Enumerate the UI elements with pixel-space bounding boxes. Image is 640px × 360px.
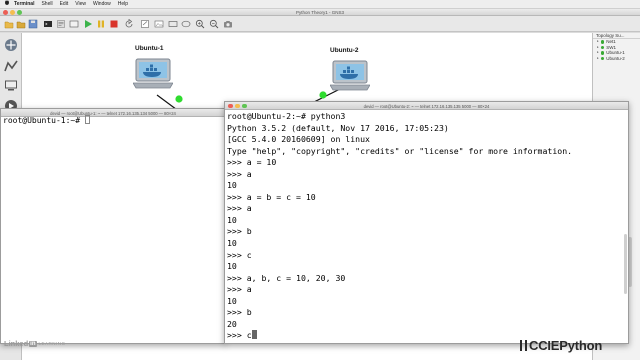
menu-terminal[interactable]: Terminal	[14, 1, 34, 7]
text-cursor	[84, 115, 90, 124]
terminal-line: >>> a	[227, 168, 252, 179]
terminal-line: 10	[227, 180, 237, 191]
terminal-line: Type "help", "copyright", "credits" or "…	[227, 145, 573, 156]
status-green-icon	[600, 45, 605, 49]
terminal-output[interactable]: root@Ubuntu-1:~#	[3, 115, 223, 343]
linkedin-learning-watermark: Linked in LEARNING	[4, 339, 66, 348]
text-cursor	[251, 330, 257, 340]
expand-arrow-icon[interactable]: ▸	[597, 56, 599, 62]
terminal-line: >>> c	[227, 249, 252, 260]
terminal-line: [GCC 5.4.0 20160609] on linux	[227, 134, 370, 145]
terminal-line: >>> a	[227, 203, 252, 214]
router-icon[interactable]	[3, 38, 19, 52]
terminal-line: 10	[227, 261, 237, 272]
terminal-scrollbar[interactable]	[624, 234, 627, 294]
stop-icon[interactable]	[109, 19, 119, 29]
terminal-output[interactable]: root@Ubuntu-2:~# python3 Python 3.5.2 (d…	[227, 111, 626, 343]
app-title-bar: Python Theory1 - GNS3	[0, 9, 640, 16]
node-label-ubuntu1: Ubuntu-1	[135, 45, 164, 52]
status-green-icon	[600, 40, 605, 44]
folder-icon[interactable]	[4, 19, 14, 29]
ellipse-icon[interactable]	[181, 19, 191, 29]
menu-edit[interactable]: Edit	[60, 1, 69, 7]
app-title: Python Theory1 - GNS3	[296, 10, 344, 15]
picture-icon[interactable]	[154, 19, 164, 29]
terminal-line: 20	[227, 318, 237, 329]
terminal-line: >>> b	[227, 307, 252, 318]
reload-icon[interactable]	[124, 19, 134, 29]
terminal-window-ubuntu1[interactable]: devid — root@Ubuntu-1: ~ — telnet 172.16…	[0, 108, 226, 344]
rectangle-icon[interactable]	[168, 19, 178, 29]
ubuntu1-link-status-icon	[175, 95, 183, 103]
ubuntu2-link-status-icon	[319, 91, 327, 99]
open-folder-icon[interactable]	[16, 19, 26, 29]
toolbar	[0, 16, 640, 32]
terminal-line: >>> a, b, c = 10, 20, 30	[227, 272, 346, 283]
zoom-out-icon[interactable]	[209, 19, 219, 29]
start-icon[interactable]	[83, 19, 93, 29]
menu-window[interactable]: Window	[93, 1, 111, 7]
menu-view[interactable]: View	[75, 1, 86, 7]
status-green-icon	[600, 51, 605, 55]
terminal-icon[interactable]	[43, 19, 53, 29]
menu-bar: Terminal Shell Edit View Window Help	[0, 0, 640, 9]
terminal-line: Python 3.5.2 (default, Nov 17 2016, 17:0…	[227, 122, 449, 133]
topology-item-ubuntu2[interactable]: ▸ Ubuntu-2	[593, 56, 640, 62]
terminal-title-bar[interactable]: devid — root@Ubuntu-2: ~ — telnet 172.16…	[225, 102, 628, 110]
brand-logo: CCIEPython	[520, 338, 602, 353]
pause-icon[interactable]	[96, 19, 106, 29]
terminal-line: >>> a = 10	[227, 157, 277, 168]
terminal-line: 10	[227, 295, 237, 306]
menu-help[interactable]: Help	[118, 1, 128, 7]
note-icon[interactable]	[140, 19, 150, 29]
zoom-in-icon[interactable]	[195, 19, 205, 29]
terminal-line: 10	[227, 214, 237, 225]
apple-icon[interactable]	[4, 0, 10, 8]
console-icon[interactable]	[69, 19, 79, 29]
save-icon[interactable]	[28, 19, 38, 29]
terminal-title: devid — root@Ubuntu-2: ~ — telnet 172.16…	[363, 103, 490, 109]
terminal-line: root@Ubuntu-2:~# python3	[227, 111, 346, 121]
terminal-window-ubuntu2[interactable]: devid — root@Ubuntu-2: ~ — telnet 172.16…	[224, 101, 629, 344]
node-label-ubuntu2: Ubuntu-2	[330, 47, 359, 54]
info-icon[interactable]	[56, 19, 66, 29]
camera-icon[interactable]	[223, 19, 233, 29]
switch-icon[interactable]	[3, 59, 19, 73]
terminal-line: >>> a	[227, 284, 252, 295]
menu-shell[interactable]: Shell	[41, 1, 52, 7]
ubuntu2-host-icon[interactable]	[330, 59, 370, 93]
terminal-line: 10	[227, 238, 237, 249]
brand-bars-icon	[520, 339, 528, 351]
terminal-line: >>> b	[227, 226, 252, 237]
terminal-line: >>> a = b = c = 10	[227, 191, 316, 202]
end-devices-icon[interactable]	[3, 79, 19, 93]
terminal-line: root@Ubuntu-1:~#	[3, 115, 223, 125]
ubuntu1-host-icon[interactable]	[133, 57, 173, 91]
status-green-icon	[600, 56, 605, 60]
